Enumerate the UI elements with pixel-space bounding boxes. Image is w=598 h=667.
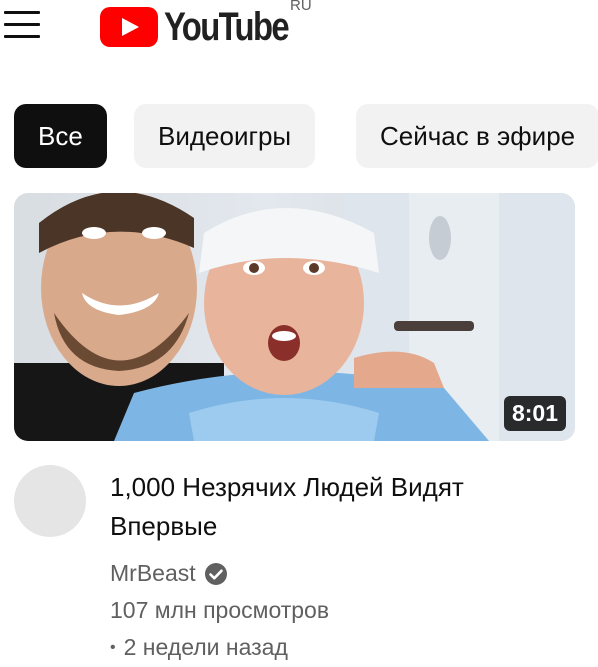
chip-live[interactable]: Сейчас в эфире — [356, 104, 598, 168]
logo-region: RU — [290, 0, 312, 14]
chip-video-games[interactable]: Видеоигры — [134, 104, 316, 168]
chip-bar: Все Видеоигры Сейчас в эфире — [0, 104, 598, 170]
upload-age: 2 недели назад — [123, 634, 288, 660]
youtube-mobile-page: YouTube RU Все Видеоигры Сейчас в эфире — [0, 0, 598, 667]
menu-icon-bar — [4, 23, 40, 26]
thumbnail-image — [14, 193, 575, 441]
video-thumbnail[interactable]: 8:01 — [14, 193, 575, 441]
channel-name: MrBeast — [110, 560, 196, 586]
chip-all[interactable]: Все — [14, 104, 107, 168]
youtube-logo[interactable]: YouTube — [100, 2, 315, 52]
youtube-play-icon — [100, 7, 158, 47]
view-count: 107 млн просмотров — [110, 597, 330, 623]
video-duration: 8:01 — [503, 396, 566, 431]
menu-icon-bar — [4, 11, 40, 14]
upload-age-row: • 2 недели назад — [110, 634, 288, 661]
meta-separator: • — [110, 639, 116, 656]
menu-icon-bar — [4, 35, 40, 38]
channel-avatar[interactable] — [14, 465, 86, 537]
verified-icon — [204, 562, 227, 585]
header: YouTube RU — [0, 0, 598, 80]
video-title[interactable]: 1,000 Незрячих Людей Видят Впервые — [110, 468, 550, 546]
logo-text: YouTube — [164, 4, 290, 49]
menu-icon[interactable] — [2, 8, 42, 42]
channel-row[interactable]: MrBeast — [110, 560, 228, 587]
